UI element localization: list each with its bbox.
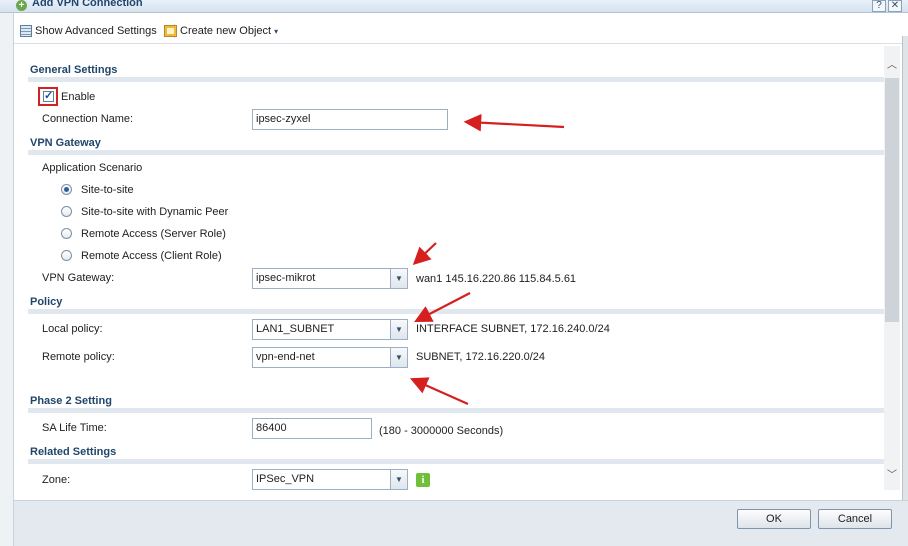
- vertical-scrollbar[interactable]: ︿ ﹀: [884, 46, 900, 490]
- application-scenario-label: Application Scenario: [42, 162, 143, 174]
- enable-checkbox[interactable]: ✓: [43, 91, 54, 102]
- chevron-down-icon[interactable]: ﹀: [886, 470, 898, 482]
- section-divider: [28, 408, 886, 413]
- create-new-object-label: Create new Object: [180, 25, 272, 37]
- scrollbar-thumb[interactable]: [885, 78, 899, 322]
- radio-site-to-site[interactable]: [61, 184, 72, 195]
- zone-value: IPSec_VPN: [256, 473, 315, 485]
- chevron-up-icon[interactable]: ︿: [886, 60, 898, 72]
- ok-button[interactable]: OK: [737, 509, 811, 529]
- chevron-down-icon[interactable]: ▼: [390, 320, 407, 339]
- chevron-down-icon[interactable]: ▼: [390, 269, 407, 288]
- sa-life-time-hint: (180 - 3000000 Seconds): [379, 425, 504, 437]
- local-policy-info: INTERFACE SUBNET, 172.16.240.0/24: [416, 323, 610, 335]
- section-divider: [28, 150, 886, 155]
- dialog-content: General Settings ✓ Enable Connection Nam…: [14, 46, 886, 490]
- connection-name-input[interactable]: ipsec-zyxel: [252, 109, 448, 130]
- vpn-gateway-label: VPN Gateway:: [42, 272, 115, 284]
- local-policy-value: LAN1_SUBNET: [256, 323, 335, 335]
- radio-label-remote-access-server: Remote Access (Server Role): [81, 228, 226, 240]
- show-advanced-settings-button[interactable]: Show Advanced Settings: [20, 22, 157, 40]
- zone-select[interactable]: IPSec_VPN ▼: [252, 469, 408, 490]
- section-divider: [28, 77, 886, 82]
- left-edge: [0, 0, 14, 546]
- toolbar: Show Advanced Settings Create new Object…: [14, 18, 908, 44]
- vpn-gateway-value: ipsec-mikrot: [256, 272, 316, 284]
- chevron-down-icon[interactable]: ▼: [390, 348, 407, 367]
- help-button[interactable]: ?: [872, 0, 886, 12]
- radio-label-remote-access-client: Remote Access (Client Role): [81, 250, 222, 262]
- create-object-icon: [164, 25, 177, 37]
- zone-label: Zone:: [42, 474, 71, 486]
- chevron-down-icon[interactable]: ▼: [390, 470, 407, 489]
- remote-policy-info: SUBNET, 172.16.220.0/24: [416, 351, 546, 363]
- create-new-object-menu[interactable]: Create new Object ▾: [164, 22, 278, 40]
- cancel-button[interactable]: Cancel: [818, 509, 892, 529]
- radio-label-site-to-site-dynamic-peer: Site-to-site with Dynamic Peer: [81, 206, 229, 218]
- connection-name-label: Connection Name:: [42, 113, 134, 125]
- local-policy-label: Local policy:: [42, 323, 103, 335]
- radio-remote-access-server[interactable]: [61, 228, 72, 239]
- radio-site-to-site-dynamic-peer[interactable]: [61, 206, 72, 217]
- remote-policy-value: vpn-end-net: [256, 351, 315, 363]
- radio-remote-access-client[interactable]: [61, 250, 72, 261]
- section-divider: [28, 459, 886, 464]
- remote-policy-select[interactable]: vpn-end-net ▼: [252, 347, 408, 368]
- sa-life-time-label: SA Life Time:: [42, 422, 107, 434]
- window-title: Add VPN Connection: [32, 0, 143, 9]
- enable-checkbox-highlight: ✓: [38, 87, 58, 106]
- add-circle-icon: +: [16, 0, 27, 11]
- dialog-footer: OK Cancel: [14, 500, 908, 546]
- settings-list-icon: [20, 25, 32, 37]
- close-button[interactable]: ✕: [888, 0, 902, 12]
- chevron-down-icon: ▾: [274, 26, 279, 36]
- vpn-gateway-select[interactable]: ipsec-mikrot ▼: [252, 268, 408, 289]
- info-icon[interactable]: i: [416, 473, 430, 487]
- section-divider: [28, 309, 886, 314]
- vpn-gateway-info: wan1 145.16.220.86 115.84.5.61: [416, 273, 577, 285]
- local-policy-select[interactable]: LAN1_SUBNET ▼: [252, 319, 408, 340]
- window-titlebar: + Add VPN Connection ? ✕: [0, 0, 908, 13]
- remote-policy-label: Remote policy:: [42, 351, 115, 363]
- show-advanced-settings-label: Show Advanced Settings: [35, 25, 157, 37]
- sa-life-time-input[interactable]: 86400: [252, 418, 372, 439]
- right-edge: [902, 36, 908, 506]
- radio-label-site-to-site: Site-to-site: [81, 184, 134, 196]
- enable-label: Enable: [61, 91, 96, 103]
